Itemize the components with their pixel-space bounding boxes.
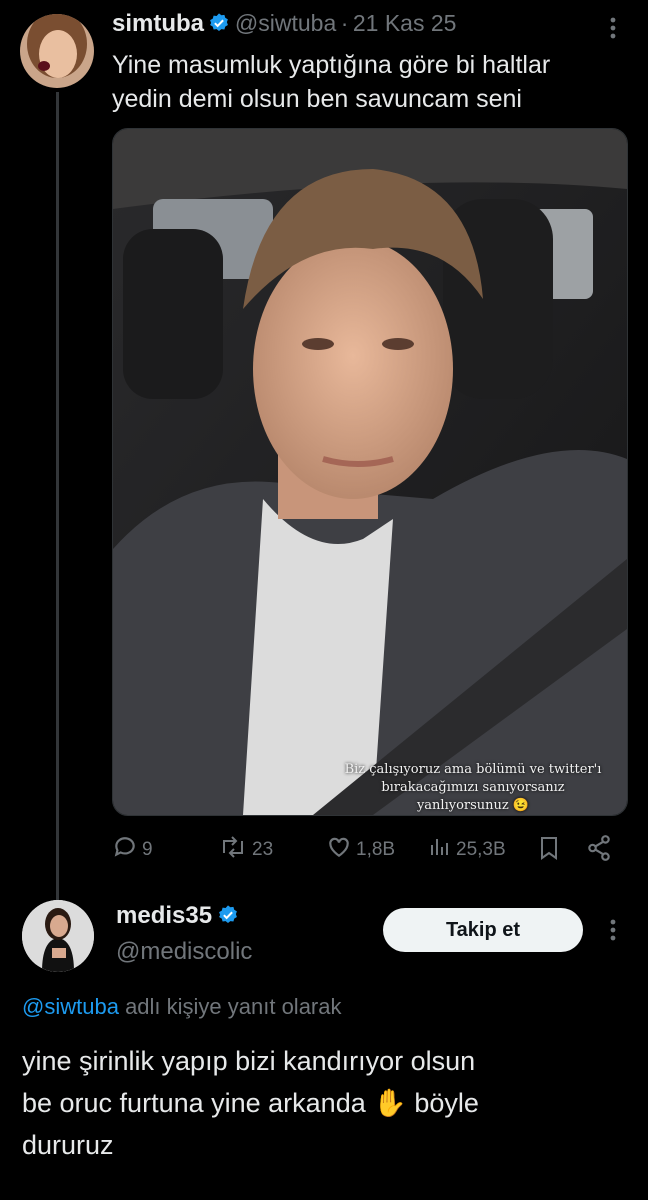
reply-to-suffix: adlı kişiye yanıt olarak — [125, 994, 342, 1019]
photo-caption-line: Biz çalışıyoruz ama bölümü ve twitter'ı — [344, 762, 602, 777]
tweet-header: simtuba @siwtuba · 21 Kas 25 — [112, 10, 456, 39]
reply-header: medis35 — [116, 902, 239, 931]
tweet-text-line: Yine masumluk yaptığına göre bi haltlar — [112, 51, 551, 79]
more-icon[interactable] — [606, 16, 620, 45]
avatar-simtuba[interactable] — [20, 14, 94, 88]
thread-line — [56, 92, 59, 900]
photo-caption-line: bırakacağımızı sanıyorsanız — [381, 780, 565, 795]
reply-text-line: yine şirinlik yapıp bizi kandırıyor olsu… — [22, 1046, 476, 1076]
reply-text: yine şirinlik yapıp bizi kandırıyor olsu… — [22, 1040, 479, 1166]
display-name[interactable]: medis35 — [116, 902, 212, 929]
reply-to-handle[interactable]: @siwtuba — [22, 994, 119, 1019]
reply-count: 9 — [142, 839, 153, 860]
reply-button[interactable]: 9 — [112, 834, 153, 866]
tweet-date[interactable]: 21 Kas 25 — [353, 10, 457, 36]
like-button[interactable]: 1,8B — [326, 834, 395, 866]
photo-caption: Biz çalışıyoruz ama bölümü ve twitter'ı … — [313, 761, 627, 815]
verified-badge-icon — [208, 12, 230, 39]
bookmark-icon[interactable] — [537, 834, 561, 867]
reply-text-line: dururuz — [22, 1130, 114, 1160]
like-count: 1,8B — [356, 839, 396, 860]
avatar-medis35[interactable] — [22, 900, 94, 972]
views-button[interactable]: 25,3B — [428, 834, 506, 866]
reply-icon — [112, 834, 138, 866]
tweet-text-line: yedin demi olsun ben savuncam seni — [112, 85, 522, 113]
view-count: 25,3B — [456, 839, 506, 860]
tweet-text: Yine masumluk yaptığına göre bi haltlar … — [112, 48, 550, 116]
repost-icon — [218, 834, 248, 866]
separator: · — [340, 10, 349, 36]
follow-button[interactable]: Takip et — [383, 908, 583, 952]
handle[interactable]: @siwtuba — [235, 10, 336, 36]
reply-text-line: be oruc furtuna yine arkanda ✋ böyle — [22, 1088, 479, 1118]
verified-badge-icon — [217, 904, 239, 931]
repost-button[interactable]: 23 — [218, 834, 273, 866]
reply-context: @siwtuba adlı kişiye yanıt olarak — [22, 994, 342, 1020]
more-icon[interactable] — [606, 918, 620, 947]
like-icon — [326, 834, 352, 866]
tweet-photo[interactable]: Biz çalışıyoruz ama bölümü ve twitter'ı … — [112, 128, 628, 816]
share-icon[interactable] — [586, 834, 612, 867]
views-icon — [428, 834, 452, 866]
repost-count: 23 — [252, 839, 274, 860]
handle[interactable]: @mediscolic — [116, 938, 252, 966]
photo-caption-line: yanlıyorsunuz 😉 — [416, 798, 530, 813]
display-name[interactable]: simtuba — [112, 10, 204, 37]
